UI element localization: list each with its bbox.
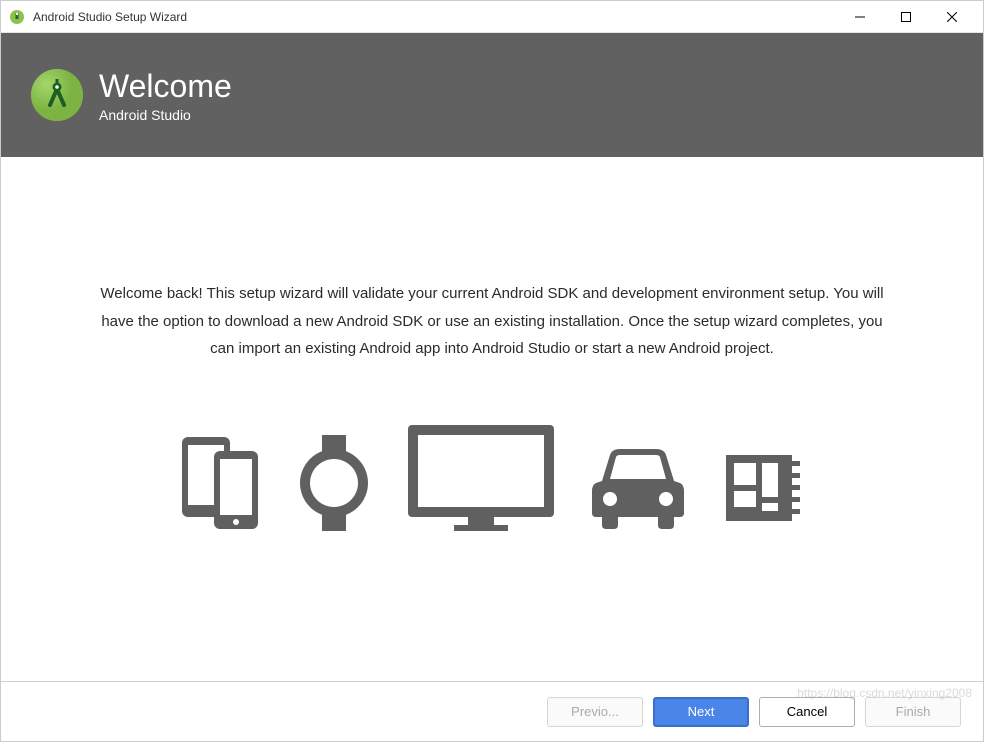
next-button[interactable]: Next <box>653 697 749 727</box>
header-title: Welcome <box>99 68 232 105</box>
wizard-footer: Previo... Next Cancel Finish <box>1 681 983 741</box>
car-icon <box>588 445 688 538</box>
android-studio-logo-icon <box>31 69 83 121</box>
header-banner: Welcome Android Studio <box>1 33 983 157</box>
minimize-button[interactable] <box>837 2 883 32</box>
content-area: Welcome back! This setup wizard will val… <box>1 157 983 681</box>
tv-icon <box>406 423 556 538</box>
window-title: Android Studio Setup Wizard <box>33 10 837 24</box>
window-titlebar: Android Studio Setup Wizard <box>1 1 983 33</box>
header-text: Welcome Android Studio <box>99 68 232 123</box>
things-icon <box>720 449 804 538</box>
cancel-button[interactable]: Cancel <box>759 697 855 727</box>
phone-tablet-icon <box>180 433 262 538</box>
device-icons-row <box>180 423 804 538</box>
maximize-button[interactable] <box>883 2 929 32</box>
finish-button: Finish <box>865 697 961 727</box>
previous-button: Previo... <box>547 697 643 727</box>
app-icon <box>9 9 25 25</box>
watch-icon <box>294 433 374 538</box>
header-subtitle: Android Studio <box>99 107 232 123</box>
window-controls <box>837 2 975 32</box>
welcome-message: Welcome back! This setup wizard will val… <box>91 280 893 363</box>
close-button[interactable] <box>929 2 975 32</box>
